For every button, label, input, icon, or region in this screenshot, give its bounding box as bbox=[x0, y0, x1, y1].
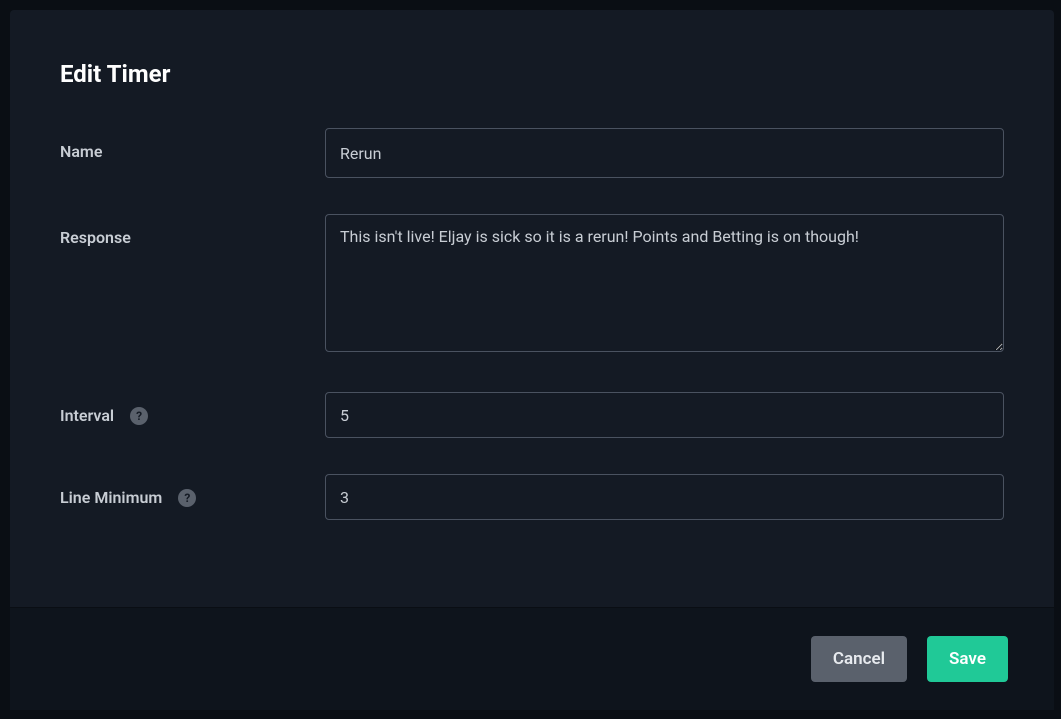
form-row-name: Name bbox=[60, 128, 1004, 178]
response-label: Response bbox=[60, 228, 131, 247]
interval-input[interactable] bbox=[325, 392, 1004, 438]
name-input-cell bbox=[325, 128, 1004, 178]
name-input[interactable] bbox=[325, 128, 1004, 178]
line-minimum-label: Line Minimum bbox=[60, 488, 162, 507]
name-label: Name bbox=[60, 142, 102, 161]
line-minimum-input-cell bbox=[325, 474, 1004, 520]
modal-footer: Cancel Save bbox=[10, 607, 1054, 710]
response-textarea[interactable]: This isn't live! Eljay is sick so it is … bbox=[325, 214, 1004, 352]
interval-input-cell bbox=[325, 392, 1004, 438]
edit-timer-modal: Edit Timer Name Response This isn't live… bbox=[10, 10, 1054, 710]
response-label-cell: Response bbox=[60, 214, 325, 247]
cancel-button[interactable]: Cancel bbox=[811, 636, 907, 682]
line-minimum-label-cell: Line Minimum ? bbox=[60, 474, 325, 507]
response-input-cell: This isn't live! Eljay is sick so it is … bbox=[325, 214, 1004, 356]
line-minimum-input[interactable] bbox=[325, 474, 1004, 520]
name-label-cell: Name bbox=[60, 128, 325, 161]
modal-body: Edit Timer Name Response This isn't live… bbox=[10, 10, 1054, 607]
form-row-line-minimum: Line Minimum ? bbox=[60, 474, 1004, 520]
modal-title: Edit Timer bbox=[60, 60, 1004, 88]
help-icon[interactable]: ? bbox=[178, 489, 196, 507]
form-row-interval: Interval ? bbox=[60, 392, 1004, 438]
save-button[interactable]: Save bbox=[927, 636, 1008, 682]
interval-label: Interval bbox=[60, 406, 114, 425]
interval-label-cell: Interval ? bbox=[60, 392, 325, 425]
help-icon[interactable]: ? bbox=[130, 407, 148, 425]
form-row-response: Response This isn't live! Eljay is sick … bbox=[60, 214, 1004, 356]
